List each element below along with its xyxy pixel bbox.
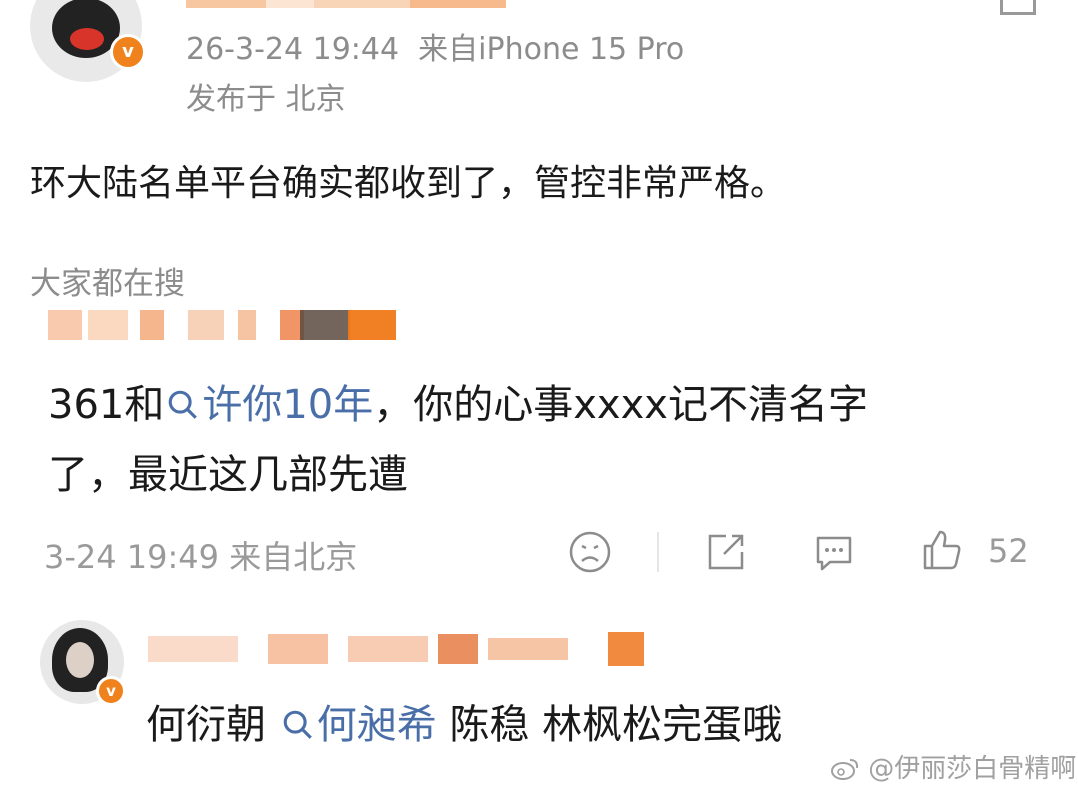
search-icon: [283, 710, 312, 739]
search-link-2-label: 何昶希: [316, 702, 437, 748]
comment-line-2: 了，最近这几部先遭: [48, 452, 408, 498]
like-icon[interactable]: [920, 528, 964, 572]
reply-text-part1: 何衍朝: [146, 702, 266, 748]
replier-name-redacted[interactable]: [148, 630, 648, 670]
post-datetime: 26-3-24 19:44: [186, 32, 400, 67]
verified-icon: v: [110, 34, 146, 70]
verified-icon: v: [96, 676, 126, 706]
comment-meta: 3-24 19:49 来自北京: [44, 532, 357, 578]
search-icon: [169, 390, 198, 419]
watermark-text: @伊丽莎白骨精啊: [868, 754, 1077, 784]
post-source: 来自iPhone 15 Pro: [418, 32, 685, 67]
comment-line-1: 361和 许你10年，你的心事xxxx记不清名字: [48, 374, 868, 436]
post-location: 发布于 北京: [186, 82, 346, 117]
comment-location: 来自北京: [229, 538, 358, 576]
reply-text: 何衍朝 何昶希 陈稳 林枫松完蛋哦: [146, 692, 782, 750]
reply-text-part2: 陈稳 林枫松完蛋哦: [449, 702, 783, 748]
sad-face-icon[interactable]: [568, 530, 612, 574]
commenter-name-redacted[interactable]: [48, 304, 398, 346]
like-count: 52: [988, 532, 1029, 570]
search-link-1[interactable]: 许你10年: [164, 382, 373, 428]
post-meta: 26-3-24 19:44 来自iPhone 15 Pro: [186, 24, 684, 68]
comment-time: 3-24 19:49: [44, 538, 220, 576]
search-section-title: 大家都在搜: [30, 266, 185, 302]
search-link-2[interactable]: 何昶希: [279, 702, 437, 748]
author-name-redacted[interactable]: [186, 0, 506, 8]
action-divider: [657, 532, 659, 572]
favorite-icon[interactable]: [1000, 0, 1036, 15]
search-link-1-label: 许你10年: [202, 382, 374, 428]
comment-icon[interactable]: [812, 530, 856, 574]
share-icon[interactable]: [704, 530, 748, 574]
watermark: @伊丽莎白骨精啊: [830, 748, 1076, 785]
comment-text-suffix: ，你的心事xxxx记不清名字: [373, 382, 868, 428]
post-body: 环大陆名单平台确实都收到了，管控非常严格。: [30, 163, 787, 204]
weibo-logo-icon: [831, 759, 859, 780]
comment-text-prefix: 361和: [48, 382, 165, 428]
